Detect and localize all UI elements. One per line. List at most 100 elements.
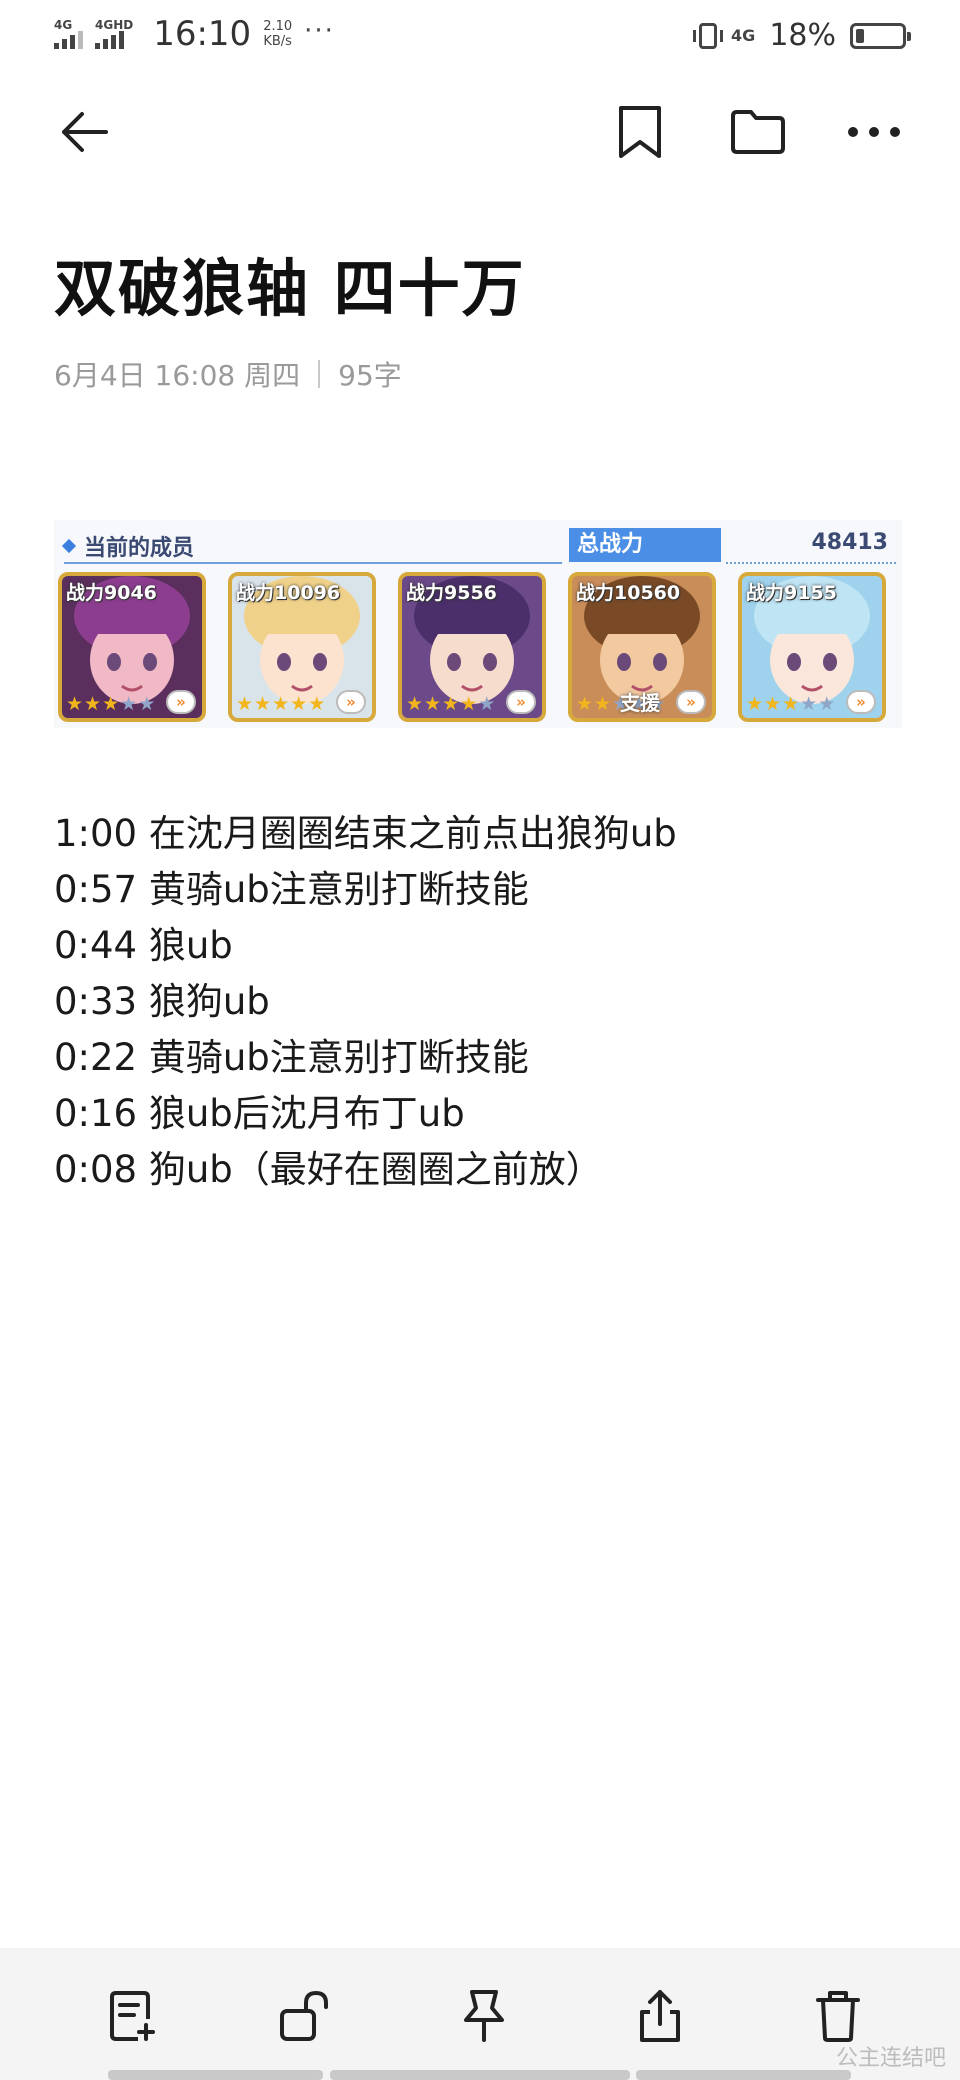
member-card: 战力9046 ★ ★ ★ ★ ★» xyxy=(58,572,206,722)
star-rating: ★ ★ ★ ★ ★ xyxy=(236,695,325,714)
status-right: 4G 18% xyxy=(693,18,911,53)
star-icon: ★ xyxy=(290,693,308,715)
note-line: 0:16 狼ub后沈月布丁ub xyxy=(54,1092,465,1135)
star-icon: ★ xyxy=(236,693,254,715)
star-icon: ★ xyxy=(406,693,424,715)
watermark-text: 公主连结吧 xyxy=(835,2046,946,2071)
member-card: 战力9155 ★ ★ ★ ★ ★» xyxy=(738,572,886,722)
total-power-label: 总战力 xyxy=(569,528,721,562)
star-rating: ★ ★ ★ ★ ★ xyxy=(66,695,155,714)
rank-arrow-icon: » xyxy=(166,690,196,714)
share-icon xyxy=(640,1990,680,2042)
more-horizontal-icon xyxy=(848,127,900,137)
bottom-toolbar xyxy=(0,1948,960,2080)
new-note-button[interactable] xyxy=(100,1984,164,2048)
note-line: 0:57 黄骑ub注意别打断技能 xyxy=(54,868,529,911)
trash-icon xyxy=(816,1991,860,2042)
star-icon: ★ xyxy=(254,693,272,715)
team-screenshot-image[interactable]: 当前的成员 总战力 48413 战力9046 ★ ★ ★ ★ ★» 战力10096 ★ ★ ★ ★ ★… xyxy=(54,520,902,728)
note-title[interactable]: 双破狼轴 四十万 xyxy=(54,238,526,328)
star-icon: ★ xyxy=(442,693,460,715)
status-bar: 4G 4GHD 16:10 2.10 KB/s ··· 4G 18% xyxy=(0,0,960,76)
signal-2: 4GHD xyxy=(95,19,133,49)
member-power: 战力10560 xyxy=(576,582,681,604)
star-icon: ★ xyxy=(102,693,120,715)
network-type: 4G xyxy=(731,25,756,45)
gesture-bar-segment xyxy=(636,2070,851,2080)
status-more-dots: ··· xyxy=(304,16,335,46)
watermark: 公主连结吧 xyxy=(836,2040,946,2072)
note-line: 0:33 狼狗ub xyxy=(54,980,270,1023)
bookmark-icon xyxy=(619,106,661,158)
rank-arrow-icon: » xyxy=(336,690,366,714)
net-speed-unit: KB/s xyxy=(263,34,292,49)
note-line: 1:00 在沈月圈圈结束之前点出狼狗ub xyxy=(54,812,677,855)
more-button[interactable] xyxy=(842,100,906,164)
note-add-icon xyxy=(110,1991,155,2041)
star-icon: ★ xyxy=(764,693,782,715)
vibrate-icon xyxy=(693,22,724,49)
star-icon: ★ xyxy=(800,693,818,715)
member-power: 战力10096 xyxy=(236,582,341,604)
signal-1-label: 4G xyxy=(54,18,73,32)
meta-divider xyxy=(318,360,321,388)
gesture-bar-segment xyxy=(108,2070,323,2080)
member-power: 战力9046 xyxy=(66,582,157,604)
lock-button[interactable] xyxy=(274,1984,338,2048)
pin-button[interactable] xyxy=(452,1984,516,2048)
battery-percent: 18% xyxy=(769,18,836,53)
arrow-left-icon xyxy=(62,112,108,152)
star-icon: ★ xyxy=(424,693,442,715)
total-power-value: 48413 xyxy=(811,530,888,555)
star-icon: ★ xyxy=(84,693,102,715)
delete-button[interactable] xyxy=(806,1984,870,2048)
star-icon: ★ xyxy=(272,693,290,715)
net-speed-value: 2.10 xyxy=(263,19,293,34)
pin-icon xyxy=(464,1990,504,2042)
star-icon: ★ xyxy=(478,693,496,715)
star-icon: ★ xyxy=(576,693,594,715)
note-line: 0:44 狼ub xyxy=(54,924,233,967)
star-icon: ★ xyxy=(120,693,138,715)
rank-arrow-icon: » xyxy=(846,690,876,714)
member-card: 战力9556 ★ ★ ★ ★ ★» xyxy=(398,572,546,722)
note-line: 0:22 黄骑ub注意别打断技能 xyxy=(54,1036,529,1079)
members-label-text: 当前的成员 xyxy=(84,536,195,561)
star-icon: ★ xyxy=(594,693,612,715)
signal-2-label: 4GHD xyxy=(95,18,134,32)
note-word-count: 95字 xyxy=(338,359,402,392)
note-line: 0:08 狗ub（最好在圈圈之前放） xyxy=(54,1148,603,1191)
member-cards: 战力9046 ★ ★ ★ ★ ★» 战力10096 ★ ★ ★ ★ ★» 战力9556 ★ ★ ★ ★ ★» 战力1… xyxy=(58,572,886,722)
star-icon: ★ xyxy=(66,693,84,715)
rank-arrow-icon: » xyxy=(676,690,706,714)
diamond-icon xyxy=(61,538,77,554)
top-toolbar xyxy=(0,96,960,176)
share-button[interactable] xyxy=(628,1984,692,2048)
gesture-bar-segment xyxy=(330,2070,630,2080)
star-icon: ★ xyxy=(782,693,800,715)
battery-icon xyxy=(850,22,911,49)
star-icon: ★ xyxy=(308,693,326,715)
star-icon: ★ xyxy=(818,693,836,715)
back-button[interactable] xyxy=(52,100,116,164)
signal-bars-icon xyxy=(95,31,124,49)
header-dotted-line xyxy=(726,562,896,564)
unlock-icon xyxy=(280,1990,328,2041)
star-rating: ★ ★ ★ ★ ★ xyxy=(406,695,495,714)
member-card: 战力10560 ★ ★ ★ ★ ★ 支援» xyxy=(568,572,716,722)
folder-button[interactable] xyxy=(726,100,790,164)
rank-arrow-icon: » xyxy=(506,690,536,714)
note-meta: 6月4日 16:08 周四 95字 xyxy=(54,354,402,394)
member-card: 战力10096 ★ ★ ★ ★ ★» xyxy=(228,572,376,722)
bookmark-button[interactable] xyxy=(608,100,672,164)
team-header: 当前的成员 总战力 48413 xyxy=(54,528,902,564)
signal-bars-icon xyxy=(54,31,83,49)
star-icon: ★ xyxy=(138,693,156,715)
member-power: 战力9556 xyxy=(406,582,497,604)
folder-icon xyxy=(731,110,785,154)
note-body[interactable]: 1:00 在沈月圈圈结束之前点出狼狗ub 0:57 黄骑ub注意别打断技能 0:… xyxy=(54,806,677,1198)
star-rating: ★ ★ ★ ★ ★ xyxy=(746,695,835,714)
members-label: 当前的成员 xyxy=(61,530,195,562)
star-icon: ★ xyxy=(460,693,478,715)
star-icon: ★ xyxy=(746,693,764,715)
